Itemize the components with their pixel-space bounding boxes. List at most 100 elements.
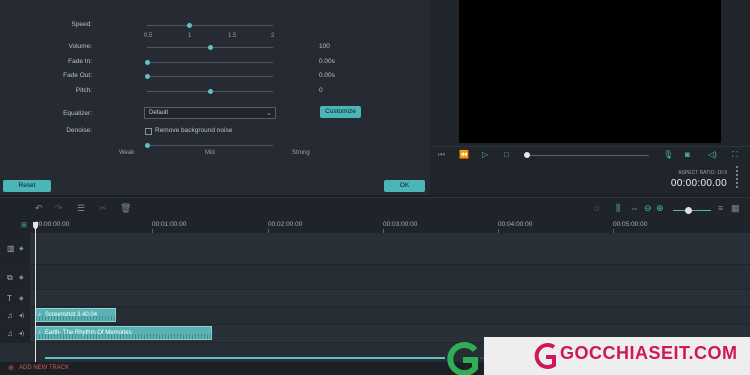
speaker-icon[interactable]: ◂) — [19, 312, 24, 319]
speaker-icon[interactable]: ◂) — [19, 330, 24, 337]
volume-label: Volume: — [68, 43, 93, 50]
pip-track-icon: ⧉ — [7, 273, 13, 282]
volume-slider-knob[interactable] — [208, 45, 213, 50]
timeline-toolbar: ↶ ↷ ☰ ✂ 🗑 ◌ ⫼ ⇔ ⊖ ⊕ ≡ ▦ — [0, 197, 750, 219]
denoise-level-weak: Weak — [119, 150, 135, 156]
text-track[interactable]: T ◈ — [0, 290, 750, 307]
zoom-in-icon[interactable]: ⊕ — [656, 203, 664, 214]
timeline-ruler[interactable]: ⊞ 00:00:00:00 00:01:00:00 00:02:00:00 00… — [0, 219, 750, 233]
fade-out-slider-track[interactable] — [147, 76, 273, 77]
add-new-track-link[interactable]: ADD NEW TRACK — [19, 365, 69, 371]
zoom-slider-track[interactable] — [673, 210, 711, 211]
play-icon[interactable]: ▷ — [482, 150, 488, 159]
fit-timeline-icon[interactable]: ⇔ — [630, 203, 639, 213]
speed-tick-2: 2 — [271, 33, 275, 39]
microphone-icon[interactable]: 🎙 — [663, 150, 673, 159]
reset-button[interactable]: Reset — [3, 180, 51, 192]
speed-tick-1-5: 1.5 — [228, 33, 237, 39]
watermark-logo-g — [534, 343, 556, 369]
panel-resize-handle[interactable] — [736, 166, 738, 190]
visibility-icon[interactable]: ◈ — [19, 245, 24, 252]
playback-progress-knob[interactable] — [524, 152, 530, 158]
chevron-down-icon: ⌄ — [266, 110, 272, 117]
audio-mixer-icon[interactable]: ⫼ — [616, 203, 620, 214]
fade-in-slider-knob[interactable] — [145, 60, 150, 65]
audio-clip[interactable]: ♪ Screenshot 3.40.04 — [35, 308, 116, 322]
track-header: ▥ ◈ — [0, 233, 30, 264]
track-header: ♫ ◂) — [0, 307, 30, 324]
speed-slider-knob[interactable] — [187, 23, 192, 28]
watermark-text: GOCCHIASEIT.COM — [560, 343, 738, 363]
text-track-icon: T — [7, 294, 12, 303]
denoise-label: Denoise: — [66, 127, 92, 134]
redo-icon[interactable]: ↷ — [55, 203, 63, 214]
skip-back-icon[interactable]: ⏮ — [438, 150, 445, 160]
cut-icon[interactable]: ✂ — [99, 203, 107, 214]
pitch-value: 0 — [319, 87, 323, 94]
watermark-logo — [447, 342, 478, 375]
denoise-level-strong: Strong — [292, 150, 310, 156]
video-editor-window: Speed: 0.5 1 1.5 2 Volume: 100 Fade In: … — [0, 0, 750, 375]
equalizer-dropdown[interactable]: Default ⌄ — [144, 107, 276, 119]
adjust-icon[interactable]: ☰ — [77, 203, 85, 214]
equalizer-selected: Default — [149, 110, 169, 116]
track-header: ⧉ ◈ — [0, 265, 30, 289]
waveform — [36, 316, 115, 321]
track-header: T ◈ — [0, 290, 30, 306]
visibility-icon[interactable]: ◈ — [19, 295, 24, 302]
fade-out-slider-knob[interactable] — [145, 74, 150, 79]
render-icon[interactable]: ◌ — [594, 203, 599, 213]
waveform — [36, 334, 211, 339]
track-header: ♫ ◂) — [0, 325, 30, 342]
current-timecode: 00:00:00.00 — [670, 178, 727, 189]
ruler-tick: 00:03:00:00 — [383, 221, 418, 228]
fade-in-value: 0.00s — [319, 58, 335, 65]
grid-view-icon[interactable]: ▦ — [731, 203, 740, 214]
equalizer-label: Equalizer: — [63, 110, 92, 117]
remove-noise-label: Remove background noise — [155, 127, 233, 134]
volume-icon[interactable]: ◁) — [708, 150, 717, 159]
ruler-tick: 00:00:00:00 — [35, 221, 70, 228]
video-track[interactable]: ▥ ◈ — [0, 233, 750, 265]
preview-panel: ⏮ ⏪ ▷ □ 🎙 ◙ ◁) ⛶ — [430, 0, 750, 195]
add-icon[interactable]: ⊕ — [8, 364, 14, 372]
ok-button[interactable]: OK — [384, 180, 425, 192]
zoom-slider-knob[interactable] — [685, 207, 692, 214]
music-note-icon: ♫ — [7, 329, 13, 338]
playhead-line[interactable] — [35, 222, 36, 362]
speed-tick-0-5: 0.5 — [144, 33, 153, 39]
undo-icon[interactable]: ↶ — [35, 203, 43, 214]
fade-out-value: 0.00s — [319, 72, 335, 79]
customize-button[interactable]: Customize — [320, 106, 361, 118]
audio-settings-panel: Speed: 0.5 1 1.5 2 Volume: 100 Fade In: … — [0, 0, 430, 195]
preview-controls: ⏮ ⏪ ▷ □ 🎙 ◙ ◁) ⛶ — [430, 146, 750, 162]
visibility-icon[interactable]: ◈ — [19, 274, 24, 281]
fade-in-slider-track[interactable] — [147, 62, 273, 63]
timeline-scrollbar[interactable] — [45, 357, 445, 359]
step-back-icon[interactable]: ⏪ — [459, 150, 469, 159]
pitch-slider-knob[interactable] — [208, 89, 213, 94]
audio-clip[interactable]: ♪ Earth- The Rhythm Of Memories — [35, 326, 212, 340]
ruler-link-icon[interactable]: ⊞ — [21, 221, 27, 229]
list-view-icon[interactable]: ≡ — [718, 203, 723, 213]
denoise-slider-track[interactable] — [147, 145, 273, 146]
speed-tick-1: 1 — [188, 33, 192, 39]
denoise-slider-knob[interactable] — [145, 143, 150, 148]
fullscreen-icon[interactable]: ⛶ — [732, 150, 738, 160]
speed-label: Speed: — [71, 21, 92, 28]
speed-slider-track[interactable] — [147, 25, 273, 26]
pip-track[interactable]: ⧉ ◈ — [0, 265, 750, 290]
pitch-label: Pitch: — [75, 87, 92, 94]
remove-noise-checkbox[interactable] — [145, 128, 152, 135]
video-preview-screen — [459, 0, 721, 143]
playback-progress-track[interactable] — [526, 155, 649, 156]
ruler-tick: 00:04:00:00 — [498, 221, 533, 228]
delete-icon[interactable]: 🗑 — [120, 203, 131, 214]
snapshot-camera-icon[interactable]: ◙ — [685, 150, 690, 159]
ruler-tick: 00:02:00:00 — [268, 221, 303, 228]
video-track-icon: ▥ — [7, 244, 15, 253]
zoom-out-icon[interactable]: ⊖ — [644, 203, 652, 214]
volume-value: 100 — [319, 43, 330, 50]
aspect-ratio-label: ASPECT RATIO: 16:9 — [678, 170, 727, 176]
stop-icon[interactable]: □ — [504, 150, 509, 159]
